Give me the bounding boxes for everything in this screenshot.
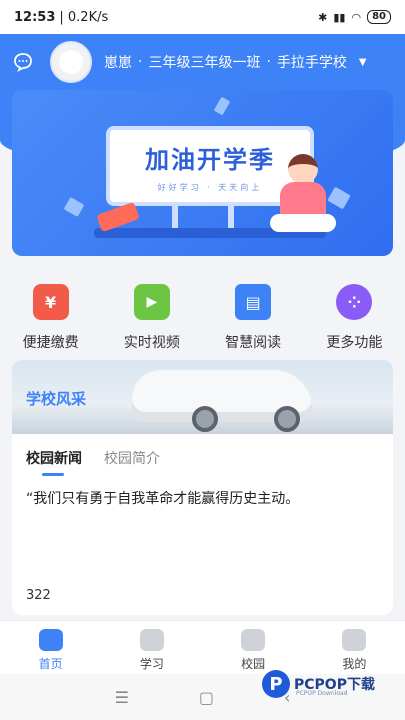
menu-icon[interactable]: ☰ (115, 688, 129, 707)
menu-item-video[interactable]: ▶ 实时视频 (107, 270, 197, 360)
news-count: 322 (26, 588, 51, 603)
card-tabs: 校园新闻 校园简介 (26, 448, 160, 476)
profile-icon (342, 629, 367, 651)
function-menu: ¥ 便捷缴费 ▶ 实时视频 ▤ 智慧阅读 ⁘ 更多功能 (0, 270, 405, 360)
chat-icon[interactable] (12, 51, 34, 73)
class-name: 三年级三年级一班 (148, 55, 261, 71)
tab-campus-intro[interactable]: 校园简介 (104, 448, 160, 476)
menu-item-reading[interactable]: ▤ 智慧阅读 (208, 270, 298, 360)
bluetooth-icon: ✱ (318, 10, 328, 24)
tab-label: 学习 (139, 657, 164, 671)
separator: · (266, 54, 271, 70)
more-icon: ⁘ (336, 284, 373, 320)
separator: · (138, 54, 143, 70)
car-wheel (274, 406, 300, 432)
book-icon: ▤ (235, 284, 272, 320)
home-button-icon[interactable]: ▢ (199, 688, 214, 707)
network-speed: | 0.2K/s (59, 9, 109, 25)
watermark: P PCPOP下载 PCPOP Download (262, 664, 402, 704)
menu-label: 实时视频 (123, 335, 180, 351)
signal-icon: ▮▮ (333, 10, 346, 24)
tab-home[interactable]: 首页 (11, 621, 91, 674)
car-wheel (192, 406, 218, 432)
menu-label: 便捷缴费 (22, 335, 79, 351)
banner-title: 加油开学季 (145, 145, 275, 174)
tab-campus-news[interactable]: 校园新闻 (26, 448, 82, 476)
menu-item-more[interactable]: ⁘ 更多功能 (309, 270, 399, 360)
school-card: 学校风采 校园新闻 校园简介 “我们只有勇于自我革命才能赢得历史主动。 322 (12, 360, 393, 615)
payment-icon: ¥ (32, 284, 69, 320)
watermark-subtext: PCPOP Download (296, 690, 348, 697)
tab-label: 首页 (38, 657, 63, 671)
battery-icon: 80 (367, 10, 391, 24)
wifi-icon: ◠ (351, 10, 362, 24)
decoration-icon (213, 96, 231, 116)
photo-title: 学校风采 (26, 390, 87, 408)
school-photo[interactable]: 学校风采 (12, 360, 393, 434)
status-time: 12:53 (14, 9, 56, 25)
avatar[interactable] (50, 41, 92, 83)
chevron-down-icon[interactable]: ▼ (359, 57, 367, 68)
menu-item-payment[interactable]: ¥ 便捷缴费 (6, 270, 96, 360)
menu-label: 更多功能 (326, 335, 383, 351)
banner[interactable]: 加油开学季 好好学习 · 天天向上 (12, 90, 393, 256)
girl-illustration (288, 154, 318, 184)
decoration-icon (327, 186, 351, 210)
watermark-logo-icon: P (262, 670, 290, 698)
menu-label: 智慧阅读 (225, 335, 282, 351)
decoration-icon (63, 196, 85, 218)
girl-illustration (270, 214, 336, 232)
video-icon: ▶ (133, 284, 170, 320)
school-name: 手拉手学校 (276, 55, 347, 71)
study-icon (139, 629, 164, 651)
tab-study[interactable]: 学习 (112, 621, 192, 674)
campus-icon (241, 629, 266, 651)
status-bar: 12:53 | 0.2K/s ✱ ▮▮ ◠ 80 (0, 0, 405, 34)
app-header: 崽崽 · 三年级三年级一班 · 手拉手学校 ▼ (0, 34, 405, 90)
home-icon (38, 629, 63, 651)
news-text[interactable]: “我们只有勇于自我革命才能赢得历史主动。 (26, 488, 381, 508)
user-info[interactable]: 崽崽 · 三年级三年级一班 · 手拉手学校 ▼ (104, 52, 367, 72)
user-name: 崽崽 (104, 55, 132, 71)
